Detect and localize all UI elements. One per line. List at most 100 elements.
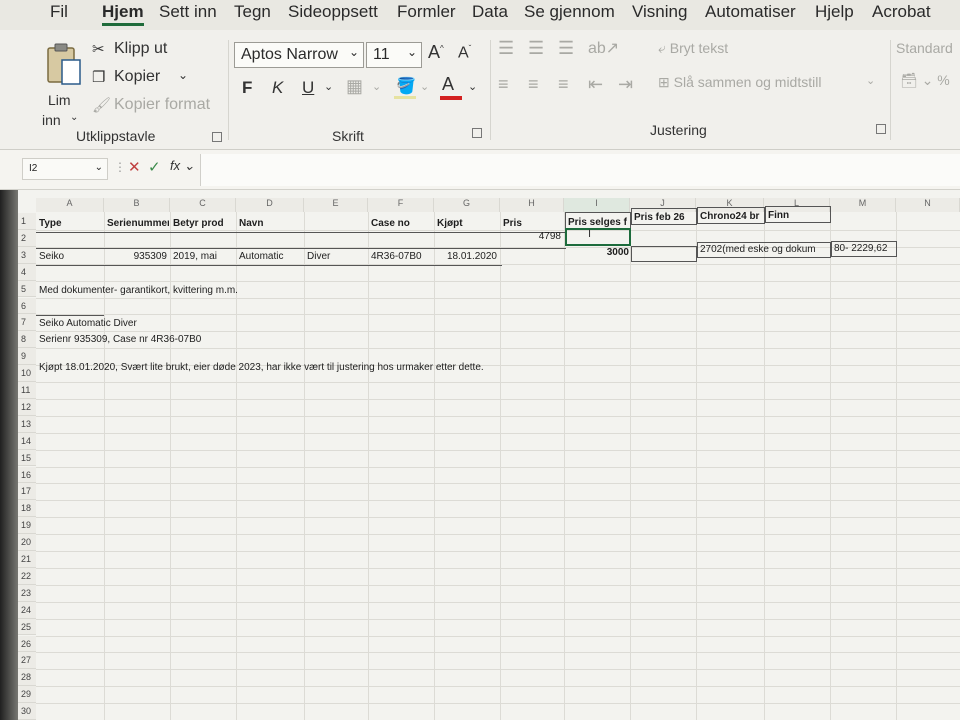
dialog-launcher-icon[interactable] <box>472 128 482 138</box>
column-header-f[interactable]: F <box>368 198 434 212</box>
cell-e3[interactable]: Diver <box>305 250 367 263</box>
tab-home[interactable]: Hjem <box>102 2 144 26</box>
column-header-c[interactable]: C <box>170 198 236 212</box>
worksheet-grid[interactable]: A B C D E F G H I J K L M N 1 2 3 4 5 6 7 8 9 10 1… <box>0 190 960 720</box>
cell-l1[interactable]: Finn <box>765 206 831 223</box>
row-header-10[interactable]: 10 <box>18 365 36 382</box>
bold-button[interactable]: F <box>242 78 252 98</box>
cell-i1[interactable]: Pris selges f <box>565 212 631 229</box>
cell-a7[interactable]: Seiko Automatic Diver <box>37 317 537 330</box>
cell-k3[interactable]: 2702(med eske og dokum <box>697 242 831 258</box>
row-header-17[interactable]: 17 <box>18 483 36 501</box>
wrap-text-button[interactable]: ⤶ Bryt tekst <box>658 40 728 57</box>
row-header-18[interactable]: 18 <box>18 500 36 518</box>
cell-d1[interactable]: Navn <box>237 217 303 230</box>
row-header-23[interactable]: 23 <box>18 584 36 602</box>
column-header-d[interactable]: D <box>236 198 304 212</box>
align-right-icon[interactable]: ≡ <box>558 74 569 95</box>
align-bottom-icon[interactable]: ☰ <box>558 38 574 59</box>
row-header-22[interactable]: 22 <box>18 567 36 585</box>
row-header-1[interactable]: 1 <box>18 213 36 230</box>
cell-g1[interactable]: Kjøpt <box>435 217 499 230</box>
cell-a1[interactable]: Type <box>37 217 103 230</box>
fill-color-button[interactable]: 🪣 <box>394 76 418 100</box>
row-header-30[interactable]: 30 <box>18 703 36 720</box>
row-header-7[interactable]: 7 <box>18 314 36 332</box>
align-top-icon[interactable]: ☰ <box>498 38 514 59</box>
decrease-indent-icon[interactable]: ⇤ <box>588 74 603 95</box>
row-header-12[interactable]: 12 <box>18 398 36 416</box>
row-header-29[interactable]: 29 <box>18 686 36 704</box>
active-cell-selection[interactable] <box>565 228 631 246</box>
cell-b3[interactable]: 935309 <box>105 250 169 263</box>
tab-review[interactable]: Se gjennom <box>524 2 615 22</box>
cell-h2[interactable]: 4798 <box>501 230 563 243</box>
row-header-24[interactable]: 24 <box>18 601 36 619</box>
font-name-select[interactable]: Aptos Narrow ⌄ <box>234 42 364 68</box>
dialog-launcher-icon[interactable] <box>212 132 222 142</box>
cell-j3[interactable] <box>631 246 697 262</box>
borders-icon[interactable]: ▦ <box>346 76 363 97</box>
column-header-i[interactable]: I <box>564 198 630 212</box>
row-header-4[interactable]: 4 <box>18 263 36 281</box>
row-header-27[interactable]: 27 <box>18 652 36 670</box>
tab-help[interactable]: Hjelp <box>815 2 854 22</box>
row-header-13[interactable]: 13 <box>18 415 36 433</box>
row-header-5[interactable]: 5 <box>18 280 36 298</box>
row-header-21[interactable]: 21 <box>18 551 36 568</box>
column-header-b[interactable]: B <box>104 198 170 212</box>
currency-icon[interactable]: 🗃 ⌄ % <box>900 72 950 89</box>
align-middle-icon[interactable]: ☰ <box>528 38 544 59</box>
row-header-28[interactable]: 28 <box>18 669 36 687</box>
italic-button[interactable]: K <box>272 78 283 98</box>
cell-a3[interactable]: Seiko <box>37 250 103 263</box>
tab-file[interactable]: Fil <box>50 2 68 22</box>
tab-draw[interactable]: Tegn <box>234 2 271 22</box>
cell-c3[interactable]: 2019, mai <box>171 250 235 263</box>
align-center-icon[interactable]: ≡ <box>528 74 539 95</box>
font-size-select[interactable]: 11 ⌄ <box>366 42 422 68</box>
row-header-26[interactable]: 26 <box>18 635 36 653</box>
tab-automate[interactable]: Automatiser <box>705 2 796 22</box>
tab-acrobat[interactable]: Acrobat <box>872 2 931 22</box>
row-header-25[interactable]: 25 <box>18 618 36 636</box>
check-icon[interactable]: ✓ <box>148 158 161 176</box>
row-header-19[interactable]: 19 <box>18 517 36 535</box>
cell-k1[interactable]: Chrono24 br <box>697 207 765 224</box>
cell-e1[interactable] <box>305 217 367 219</box>
increase-font-size-icon[interactable]: A^ <box>428 42 444 63</box>
row-header-14[interactable]: 14 <box>18 432 36 450</box>
column-header-e[interactable]: E <box>304 198 368 212</box>
tab-view[interactable]: Visning <box>632 2 687 22</box>
insert-function-button[interactable]: fx ⌄ <box>170 158 195 174</box>
row-header-11[interactable]: 11 <box>18 382 36 399</box>
cell-f1[interactable]: Case no <box>369 217 433 230</box>
tab-insert[interactable]: Sett inn <box>159 2 217 22</box>
cut-button[interactable]: ✂ Klipp ut <box>92 40 192 60</box>
row-header-2[interactable]: 2 <box>18 229 36 247</box>
cell-l3[interactable]: 80- 2229,62 <box>831 241 897 257</box>
align-left-icon[interactable]: ≡ <box>498 74 509 95</box>
cell-a8[interactable]: Serienr 935309, Case nr 4R36-07B0 <box>37 333 537 346</box>
increase-indent-icon[interactable]: ⇥ <box>618 74 633 95</box>
cell-b1[interactable]: Serienummer <box>105 217 169 230</box>
row-header-8[interactable]: 8 <box>18 331 36 349</box>
row-header-9[interactable]: 9 <box>18 348 36 366</box>
tab-data[interactable]: Data <box>472 2 508 22</box>
font-color-button[interactable]: A <box>440 74 464 100</box>
cell-i3[interactable]: 3000 <box>565 246 631 259</box>
row-header-15[interactable]: 15 <box>18 449 36 467</box>
cell-a5[interactable]: Med dokumenter- garantikort, kvittering … <box>37 284 537 297</box>
column-header-a[interactable]: A <box>36 198 104 212</box>
cell-a10[interactable]: Kjøpt 18.01.2020, Svært lite brukt, eier… <box>37 361 597 374</box>
orientation-icon[interactable]: ab↗ <box>588 38 619 58</box>
merge-center-button[interactable]: ⊞ Slå sammen og midtstill <box>658 74 821 91</box>
number-format-select[interactable]: Standard <box>896 40 953 56</box>
copy-button[interactable]: ❐ Kopier ⌄ <box>92 68 192 88</box>
row-header-20[interactable]: 20 <box>18 534 36 551</box>
decrease-font-size-icon[interactable]: Aˇ <box>458 44 471 62</box>
cell-h1[interactable]: Pris <box>501 217 563 230</box>
row-header-3[interactable]: 3 <box>18 246 36 264</box>
cell-d3[interactable]: Automatic <box>237 250 303 263</box>
column-header-m[interactable]: M <box>830 198 896 212</box>
